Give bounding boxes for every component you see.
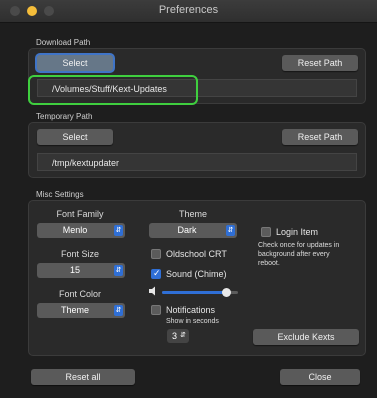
theme-value: Dark: [177, 225, 197, 235]
exclude-kexts-button[interactable]: Exclude Kexts: [253, 329, 359, 345]
font-family-label: Font Family: [56, 209, 104, 219]
notifications-checkbox[interactable]: [151, 305, 161, 315]
notifications-label: Notifications: [166, 305, 216, 315]
volume-slider[interactable]: [162, 288, 238, 297]
theme-popup[interactable]: Dark ⇵: [149, 223, 237, 238]
popup-arrow-icon: ⇵: [114, 265, 123, 276]
temporary-reset-path-button[interactable]: Reset Path: [282, 129, 358, 145]
popup-arrow-icon: ⇵: [226, 225, 235, 236]
show-in-seconds-label: Show in seconds: [166, 318, 219, 325]
misc-settings-group: Font Family Menlo ⇵ Font Size 15 ⇵ Font …: [28, 200, 366, 356]
download-select-button[interactable]: Select: [37, 55, 113, 71]
seconds-stepper[interactable]: 3 ⇵: [167, 329, 189, 343]
login-item-help-text: Check once for updates in background aft…: [258, 242, 340, 267]
sound-chime-checkbox[interactable]: ✓: [151, 268, 161, 279]
path-highlight-box: [28, 75, 198, 105]
login-item-label: Login Item: [276, 227, 319, 237]
reset-all-button[interactable]: Reset all: [31, 369, 135, 385]
volume-slider-fill: [162, 291, 227, 294]
font-size-popup[interactable]: 15 ⇵: [37, 263, 125, 278]
font-family-value: Menlo: [62, 225, 88, 235]
sound-chime-label: Sound (Chime): [166, 269, 227, 279]
oldschool-crt-checkbox[interactable]: [151, 249, 161, 259]
font-family-popup[interactable]: Menlo ⇵: [37, 223, 125, 238]
oldschool-crt-label: Oldschool CRT: [166, 249, 227, 259]
font-size-label: Font Size: [60, 249, 100, 259]
seconds-value: 3: [172, 331, 178, 341]
temporary-path-field[interactable]: /tmp/kextupdater: [37, 153, 357, 171]
stepper-icon: ⇵: [180, 332, 186, 339]
checkmark-icon: ✓: [153, 268, 161, 278]
misc-settings-title: Misc Settings: [36, 190, 84, 199]
speaker-icon: [149, 286, 155, 296]
popup-arrow-icon: ⇵: [114, 225, 123, 236]
popup-arrow-icon: ⇵: [114, 305, 123, 316]
temporary-path-title: Temporary Path: [36, 112, 93, 121]
font-color-label: Font Color: [58, 289, 102, 299]
font-color-value: Theme: [60, 305, 89, 315]
login-item-checkbox[interactable]: [261, 227, 271, 237]
theme-label: Theme: [178, 209, 207, 219]
title-bar: Preferences: [0, 0, 377, 23]
volume-slider-knob[interactable]: [222, 288, 232, 297]
download-path-title: Download Path: [36, 38, 91, 47]
font-color-popup[interactable]: Theme ⇵: [37, 303, 125, 318]
temporary-path-group: Select Reset Path /tmp/kextupdater: [28, 122, 366, 178]
font-size-value: 15: [69, 265, 80, 275]
temporary-select-button[interactable]: Select: [37, 129, 113, 145]
download-reset-path-button[interactable]: Reset Path: [282, 55, 358, 71]
close-button[interactable]: Close: [280, 369, 360, 385]
window-title: Preferences: [158, 4, 219, 16]
